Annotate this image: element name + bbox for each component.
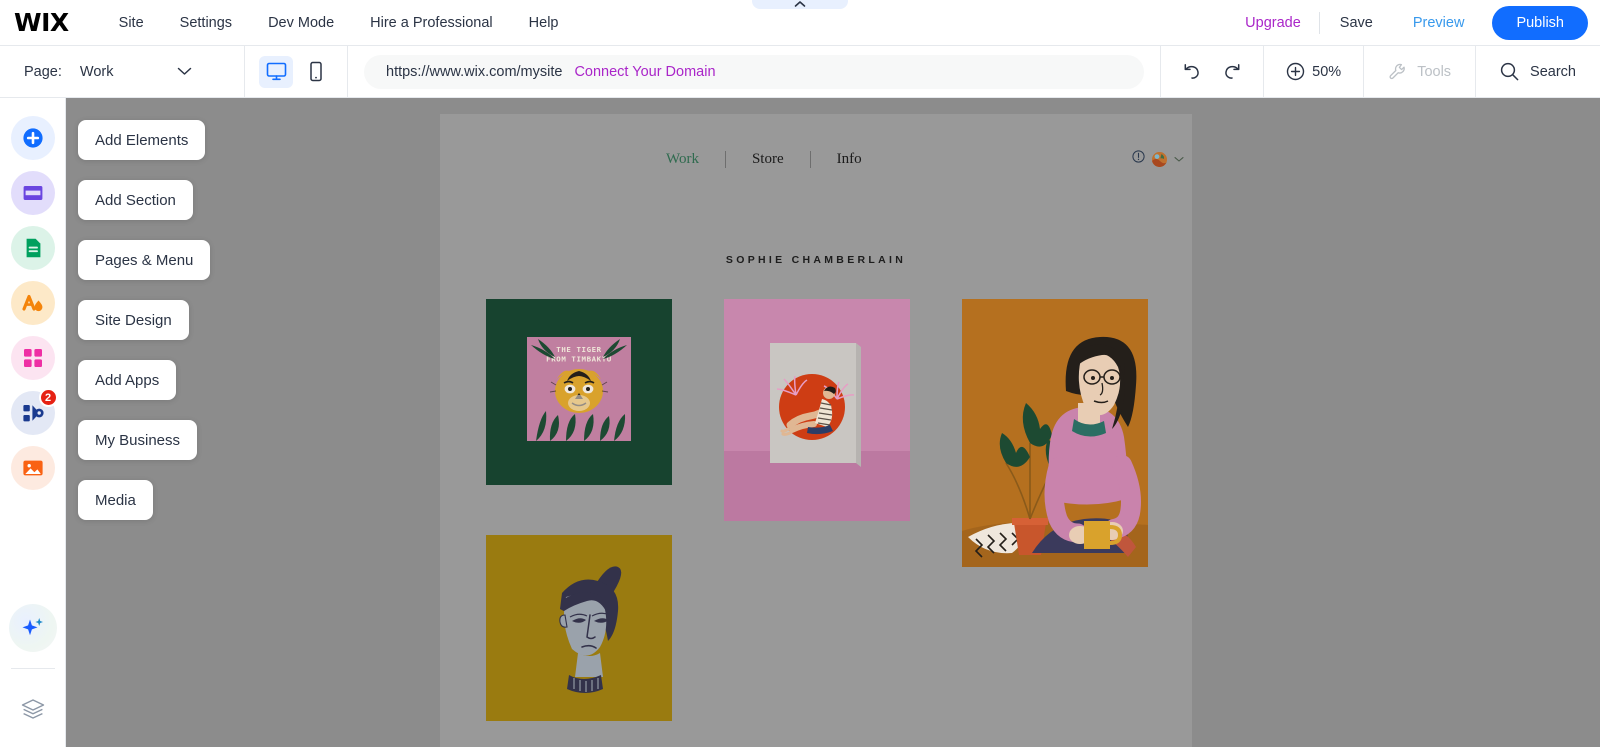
site-nav-work[interactable]: Work (640, 151, 725, 168)
topmenu-settings[interactable]: Settings (162, 9, 250, 37)
topmenu-help[interactable]: Help (511, 9, 577, 37)
redo-button[interactable] (1221, 63, 1243, 81)
top-menu: Site Settings Dev Mode Hire a Profession… (101, 9, 577, 37)
sidebar-item-add-section[interactable] (10, 171, 55, 215)
preview-button[interactable]: Preview (1393, 15, 1485, 31)
sidebar-item-my-business[interactable]: 2 (10, 388, 58, 435)
avatar[interactable] (1152, 151, 1167, 167)
page-selector[interactable]: Page: Work (0, 46, 244, 98)
chevron-down-icon (177, 63, 192, 81)
tooltip-add-section[interactable]: Add Section (78, 180, 193, 220)
desktop-monitor-icon (266, 62, 286, 81)
topmenu-hire-a-professional[interactable]: Hire a Professional (352, 9, 511, 37)
tools-button[interactable]: Tools (1364, 46, 1475, 98)
ai-assistant-button[interactable] (8, 604, 57, 652)
wix-logo[interactable]: WIX (14, 10, 69, 35)
site-brand-title: SOPHIE CHAMBERLAIN (725, 254, 907, 266)
artwork-sunset-poster-mockup[interactable] (724, 299, 910, 521)
sidebar-item-pages-and-menu[interactable] (10, 226, 55, 270)
tooltip-add-apps[interactable]: Add Apps (78, 360, 177, 400)
undo-button[interactable] (1181, 63, 1203, 81)
artwork-woman-with-plant[interactable] (962, 299, 1148, 567)
search-button[interactable]: Search (1476, 46, 1600, 98)
chevron-up-icon (794, 1, 806, 7)
svg-text:FROM TIMBAKTU: FROM TIMBAKTU (546, 355, 612, 364)
sidebar-item-add-apps[interactable] (10, 336, 55, 380)
layers-icon (21, 699, 44, 719)
site-url-text: https://www.wix.com/mysite (386, 63, 563, 80)
redo-arrow-icon (1225, 63, 1240, 79)
artwork-portrait-topknot[interactable] (486, 535, 672, 721)
site-url-bar[interactable]: https://www.wix.com/mysite Connect Your … (364, 54, 1145, 89)
zoom-in-icon (1286, 62, 1305, 81)
site-nav-store[interactable]: Store (726, 151, 810, 168)
history-controls (1161, 46, 1263, 98)
site-preview-frame[interactable]: Work Store Info SOPHIE CHAMBERLAIN THE T… (440, 114, 1192, 747)
tooltip-pages-and-menu[interactable]: Pages & Menu (78, 240, 211, 280)
info-circle-icon[interactable] (1132, 150, 1145, 168)
topmenu-dev-mode[interactable]: Dev Mode (250, 9, 352, 37)
editor-toolbar: Page: Work https://www.wix.com/mysite Co… (0, 45, 1600, 98)
site-nav-info[interactable]: Info (811, 151, 888, 168)
sidebar-item-site-design[interactable] (10, 281, 55, 325)
site-navigation: Work Store Info (440, 144, 1192, 174)
topmenu-site[interactable]: Site (101, 9, 162, 37)
media-image-icon (22, 460, 43, 476)
undo-arrow-icon (1184, 63, 1199, 79)
mobile-phone-icon (310, 61, 322, 82)
upgrade-button[interactable]: Upgrade (1227, 15, 1319, 31)
layers-button[interactable] (11, 687, 55, 731)
tooltip-my-business[interactable]: My Business (78, 420, 198, 460)
sidebar-item-media[interactable] (10, 446, 55, 490)
svg-text:THE TIGER: THE TIGER (556, 345, 601, 354)
chevron-down-icon[interactable] (1174, 150, 1184, 168)
top-bar-actions: Upgrade Save Preview Publish (1227, 0, 1588, 46)
sidebar-item-add-elements[interactable] (10, 116, 55, 160)
divider (10, 668, 55, 669)
left-sidebar-items: 2 (10, 98, 58, 490)
tooltip-add-elements[interactable]: Add Elements (78, 120, 206, 160)
section-icon (23, 186, 42, 200)
device-desktop-button[interactable] (259, 55, 293, 88)
apps-grid-icon (23, 349, 42, 367)
save-button[interactable]: Save (1320, 15, 1393, 31)
artwork-tiger-book-cover[interactable]: THE TIGER FROM TIMBAKTU (486, 299, 672, 485)
plus-circle-icon (22, 128, 43, 148)
tooltip-site-design[interactable]: Site Design (78, 300, 189, 340)
page-selector-label: Page: (24, 63, 62, 80)
zoom-control[interactable]: 50% (1264, 46, 1363, 98)
search-label: Search (1530, 63, 1576, 80)
my-business-badge: 2 (38, 388, 58, 407)
tooltip-media[interactable]: Media (78, 480, 153, 520)
sidebar-tooltip-stack: Add Elements Add Section Pages & Menu Si… (78, 120, 211, 520)
sparkle-ai-icon (22, 618, 43, 636)
page-document-icon (26, 238, 40, 258)
connect-your-domain-link[interactable]: Connect Your Domain (574, 64, 715, 80)
search-icon (1500, 62, 1519, 81)
page-selector-value: Work (79, 63, 114, 80)
theme-paint-icon (22, 294, 43, 311)
device-switcher (245, 46, 347, 98)
top-bar: WIX Site Settings Dev Mode Hire a Profes… (0, 0, 1600, 46)
publish-button[interactable]: Publish (1492, 6, 1588, 40)
collapse-toolbar-tab[interactable] (752, 0, 848, 9)
left-sidebar: 2 (0, 98, 66, 747)
tools-label: Tools (1417, 63, 1452, 80)
device-mobile-button[interactable] (299, 56, 333, 88)
editor-canvas: Work Store Info SOPHIE CHAMBERLAIN THE T… (66, 98, 1600, 747)
zoom-level-value: 50% (1312, 63, 1342, 80)
site-nav-actions (1132, 150, 1184, 168)
site-url-container: https://www.wix.com/mysite Connect Your … (348, 54, 1160, 89)
wrench-tools-icon (1389, 63, 1405, 79)
